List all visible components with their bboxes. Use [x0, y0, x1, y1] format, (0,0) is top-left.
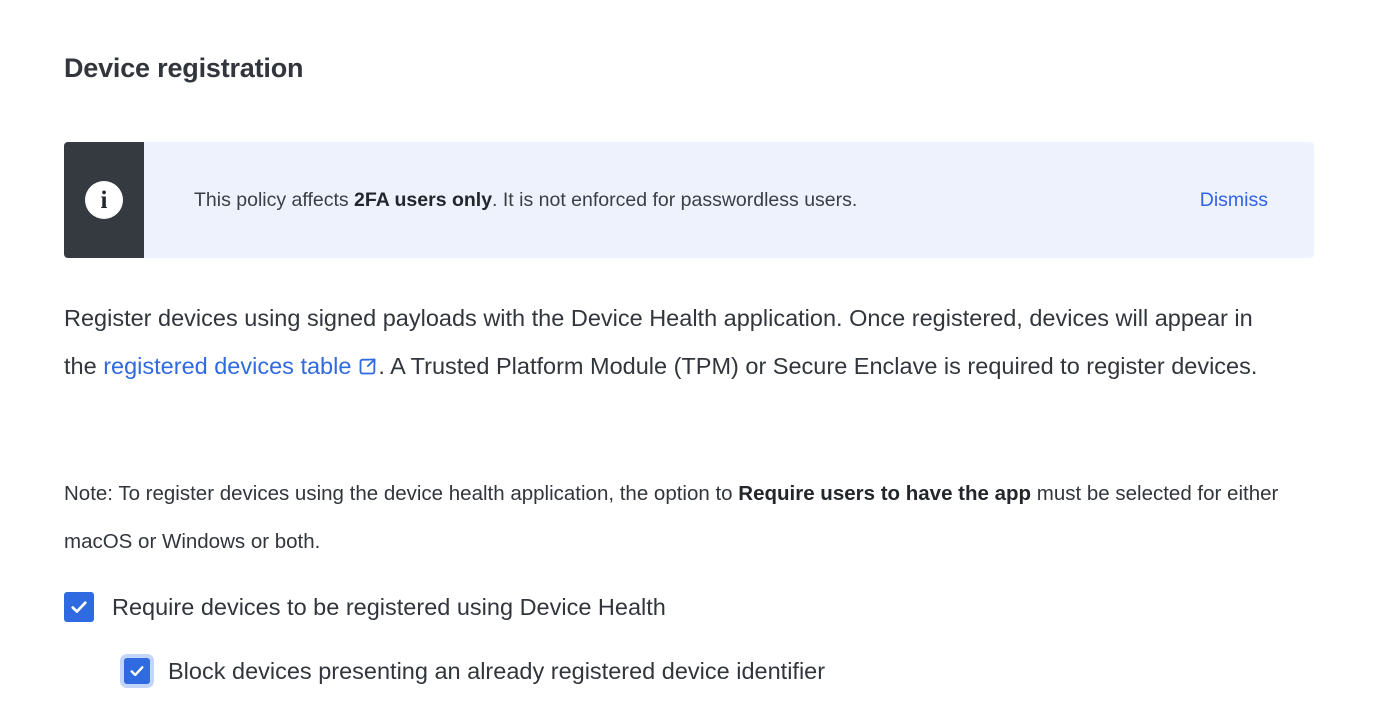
checkbox-row-block-duplicate-identifier: Block devices presenting an already regi…: [124, 656, 825, 686]
info-banner-body: This policy affects 2FA users only. It i…: [144, 142, 1314, 258]
registered-devices-table-link-label: registered devices table: [103, 353, 352, 379]
external-link-icon: [357, 345, 378, 375]
info-banner-message-emphasis: 2FA users only: [354, 189, 493, 211]
info-banner-message: This policy affects 2FA users only. It i…: [194, 187, 857, 213]
check-icon: [130, 666, 144, 677]
note-text-part1: Note: To register devices using the devi…: [64, 482, 739, 505]
description-text-part2: . A Trusted Platform Module (TPM) or Sec…: [378, 353, 1258, 379]
checkbox-label-block-already-registered-identifier[interactable]: Block devices presenting an already regi…: [168, 656, 825, 686]
device-registration-panel: Device registration i This policy affect…: [0, 0, 1380, 718]
registered-devices-table-link[interactable]: registered devices table: [103, 353, 378, 379]
note-text-emphasis: Require users to have the app: [738, 482, 1032, 505]
dismiss-button[interactable]: Dismiss: [1200, 187, 1268, 213]
checkbox-require-devices-registered[interactable]: [64, 592, 94, 622]
checkbox-row-require-registration: Require devices to be registered using D…: [64, 592, 666, 622]
note-paragraph: Note: To register devices using the devi…: [64, 470, 1279, 566]
check-icon: [71, 601, 87, 613]
page-title: Device registration: [64, 53, 304, 83]
description-paragraph: Register devices using signed payloads w…: [64, 294, 1279, 390]
info-icon-container: i: [64, 142, 144, 258]
info-banner-message-lead: This policy affects: [194, 189, 355, 211]
checkbox-label-require-devices-registered[interactable]: Require devices to be registered using D…: [112, 592, 666, 622]
info-banner-message-tail: . It is not enforced for passwordless us…: [492, 189, 858, 211]
checkbox-block-already-registered-identifier[interactable]: [124, 658, 150, 684]
info-icon: i: [85, 181, 123, 219]
info-banner: i This policy affects 2FA users only. It…: [64, 142, 1314, 258]
